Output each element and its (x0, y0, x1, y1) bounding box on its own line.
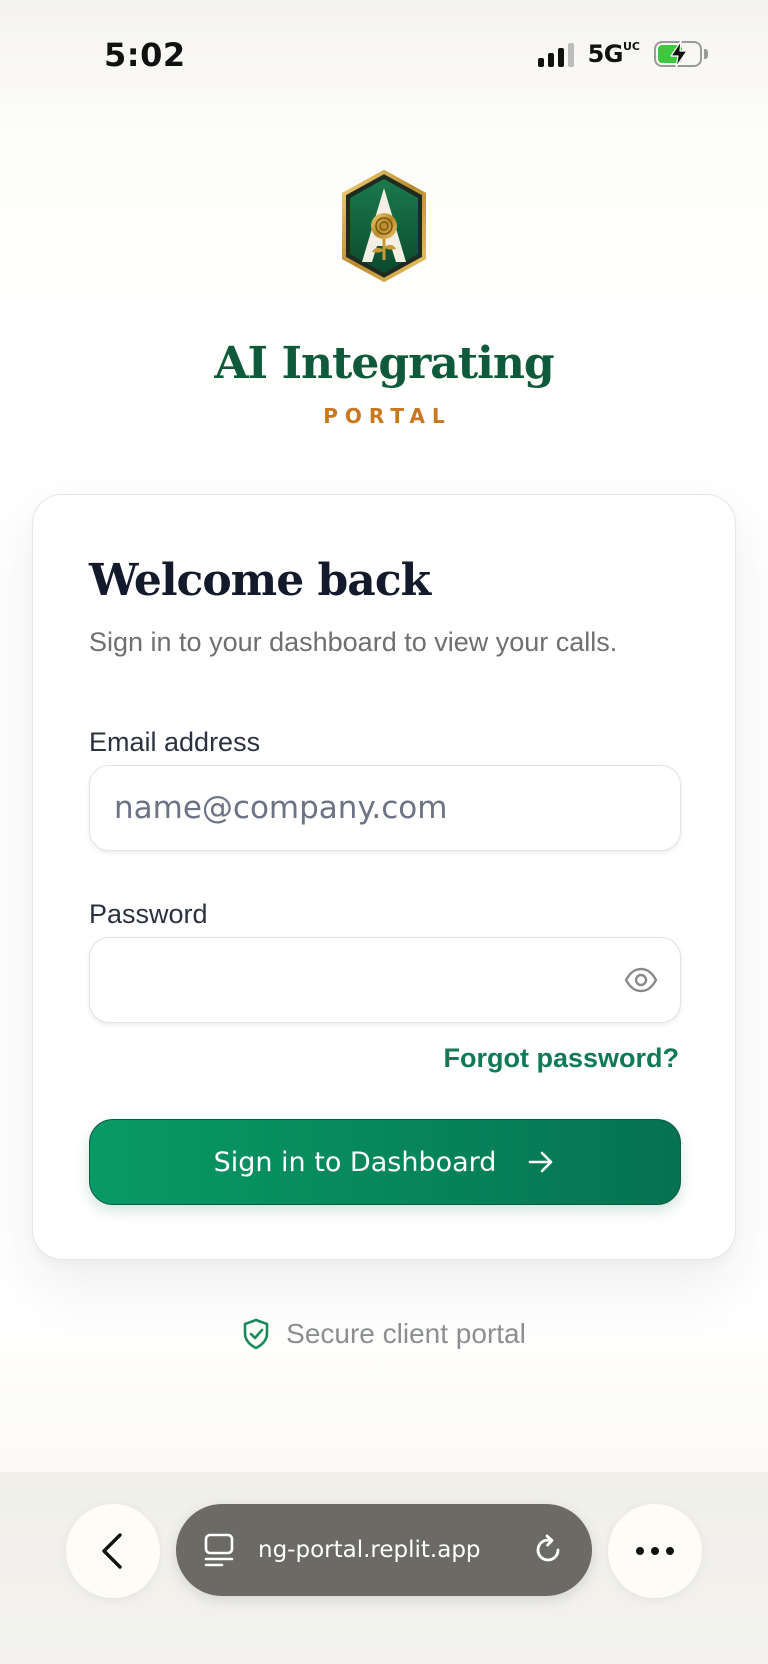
card-subtitle: Sign in to your dashboard to view your c… (89, 627, 618, 657)
sign-in-button[interactable]: Sign in to Dashboard (89, 1119, 681, 1205)
reload-icon[interactable] (532, 1534, 564, 1566)
more-options-button[interactable] (608, 1504, 702, 1598)
login-screen: 5:02 5GUC AI Integrating PORTAL Welcome … (0, 0, 768, 1664)
network-suffix: UC (622, 40, 640, 53)
email-label: Email address (89, 727, 261, 757)
password-field-wrapper (89, 937, 681, 1023)
network-indicator: 5GUC (587, 40, 640, 68)
status-indicators: 5GUC (537, 40, 708, 68)
status-time: 5:02 (104, 36, 186, 74)
sign-in-button-label: Sign in to Dashboard (213, 1146, 497, 1178)
login-card: Welcome back Sign in to your dashboard t… (32, 494, 736, 1260)
arrow-right-icon (529, 1151, 553, 1173)
secure-text: Secure client portal (286, 1318, 526, 1349)
forgot-password-link[interactable]: Forgot password? (444, 1043, 680, 1074)
url-text: ng-portal.replit.app (258, 1537, 481, 1563)
browser-toolbar: ng-portal.replit.app (0, 1472, 768, 1664)
password-field[interactable] (114, 962, 656, 998)
address-bar[interactable]: ng-portal.replit.app (176, 1504, 592, 1596)
brand-title: AI Integrating (214, 338, 554, 389)
tabs-icon[interactable] (204, 1533, 236, 1567)
shield-check-icon (243, 1318, 269, 1350)
eye-icon[interactable] (624, 965, 658, 995)
status-bar: 5:02 5GUC (0, 0, 768, 110)
ellipsis-icon (636, 1547, 674, 1555)
secure-notice: Secure client portal (0, 1318, 768, 1350)
back-button[interactable] (66, 1504, 160, 1598)
signal-icon (537, 41, 574, 67)
email-field[interactable] (114, 790, 656, 826)
card-title: Welcome back (89, 555, 431, 606)
brand-subtitle: PORTAL (323, 404, 452, 428)
password-label: Password (89, 899, 208, 929)
rose-a-badge-icon (338, 169, 430, 283)
battery-icon (654, 40, 708, 68)
chevron-left-icon (102, 1533, 122, 1569)
email-field-wrapper (89, 765, 681, 851)
